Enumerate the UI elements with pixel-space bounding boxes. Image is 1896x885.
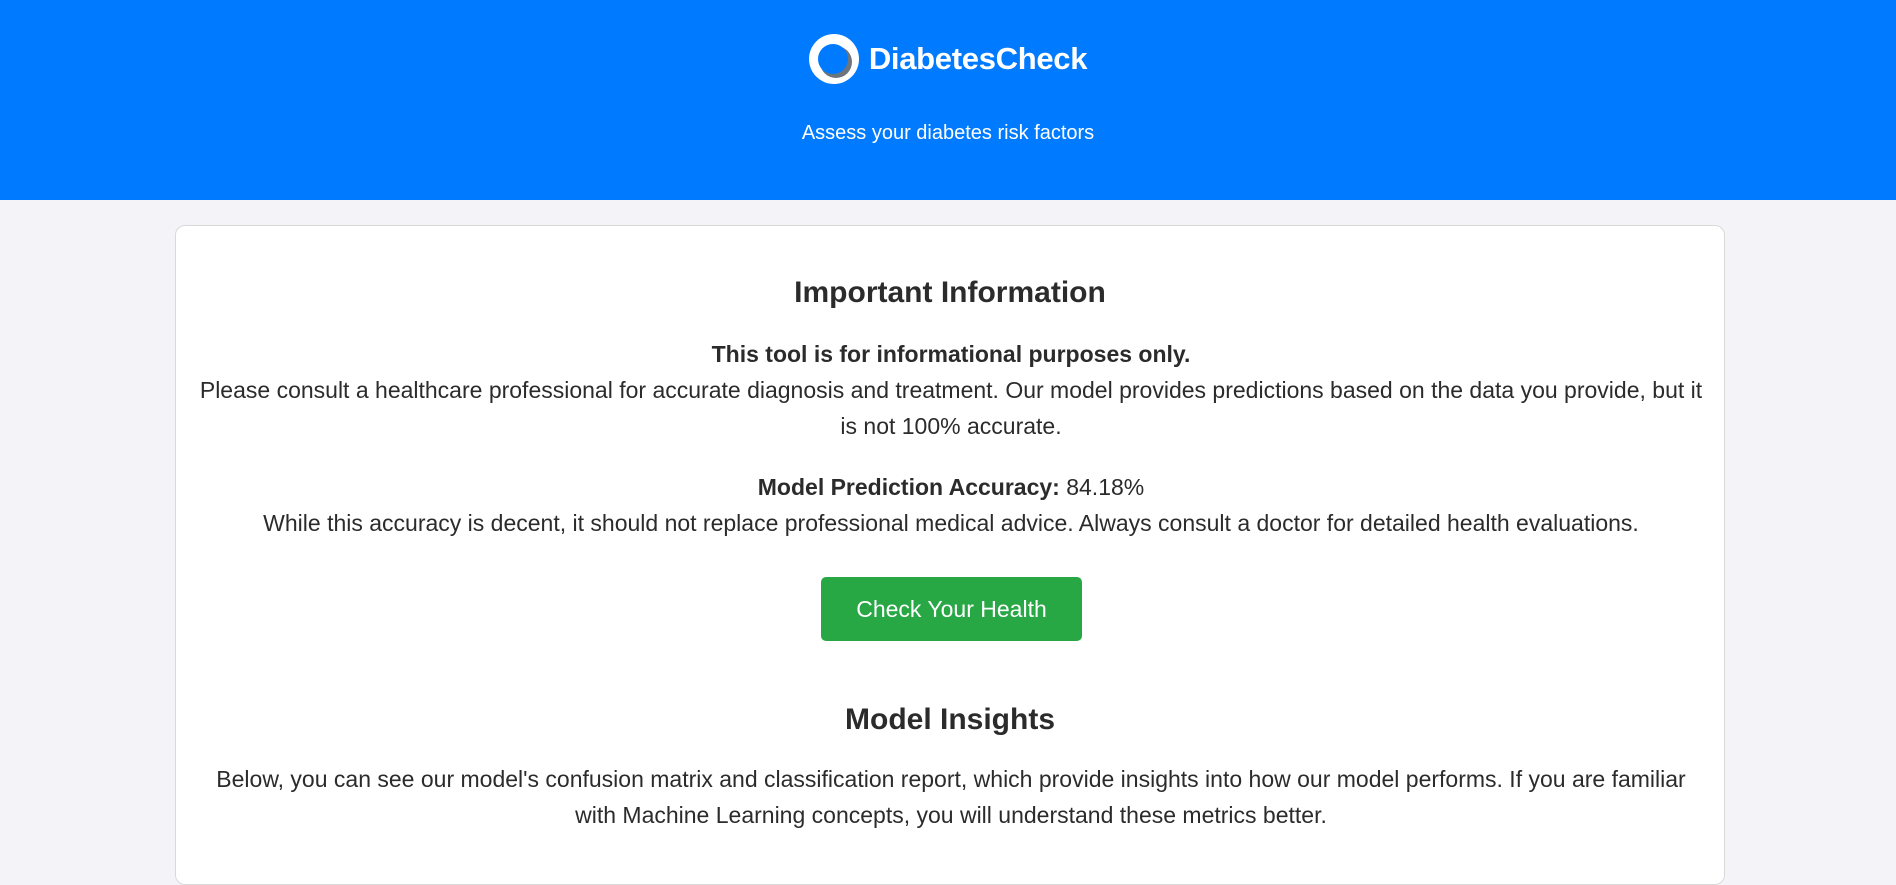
disclaimer-paragraph: This tool is for informational purposes … bbox=[198, 336, 1704, 444]
disclaimer-bold: This tool is for informational purposes … bbox=[711, 341, 1191, 367]
tagline: Assess your diabetes risk factors bbox=[801, 122, 1095, 144]
page-header: DiabetesCheck Assess your diabetes risk … bbox=[0, 0, 1896, 200]
ring-logo-icon bbox=[808, 34, 859, 84]
accuracy-note: While this accuracy is decent, it should… bbox=[263, 510, 1639, 536]
insights-paragraph: Below, you can see our model's confusion… bbox=[216, 766, 1686, 828]
accuracy-paragraph: Model Prediction Accuracy: 84.18% While … bbox=[198, 469, 1704, 541]
model-insights-heading: Model Insights bbox=[845, 703, 1055, 736]
accuracy-value: 84.18% bbox=[1066, 474, 1145, 500]
disclaimer-text: Please consult a healthcare professional… bbox=[199, 377, 1703, 439]
check-health-button[interactable]: Check Your Health bbox=[821, 577, 1082, 641]
accuracy-label: Model Prediction Accuracy: bbox=[757, 474, 1060, 500]
brand-name: DiabetesCheck bbox=[868, 41, 1088, 76]
info-card: Important Information This tool is for i… bbox=[175, 225, 1725, 885]
brand[interactable]: DiabetesCheck bbox=[0, 34, 1896, 84]
important-info-heading: Important Information bbox=[794, 276, 1106, 309]
